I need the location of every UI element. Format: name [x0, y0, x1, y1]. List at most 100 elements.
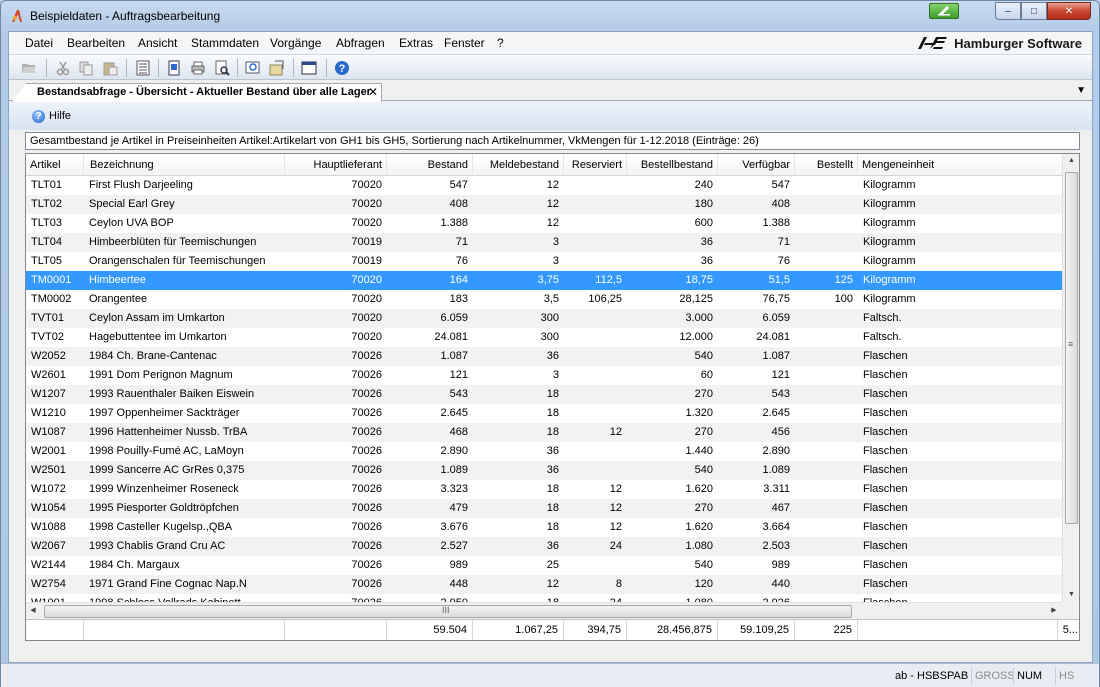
menu-abfragen[interactable]: Abfragen — [336, 36, 385, 50]
table-row[interactable]: W2601 1991 Dom Perignon Magnum 70026 121 3 60… — [26, 366, 1063, 385]
table-row[interactable]: W2067 1993 Chablis Grand Cru AC 70026 2.527… — [26, 537, 1063, 556]
table-row[interactable]: TLT04 Himbeerblüten für Teemischungen 7001… — [26, 233, 1063, 252]
cell-bestellbestand: 540 — [694, 464, 713, 476]
help-icon[interactable]: ? — [334, 60, 350, 76]
tab-dropdown-icon[interactable]: ▼ — [1076, 85, 1086, 96]
cell-bestellbestand: 1.080 — [627, 594, 718, 602]
total-reserviert: 394,75 — [564, 620, 627, 640]
cell-bestellbestand: 270 — [694, 388, 713, 400]
title-bar[interactable]: Beispieldaten - Auftragsbearbeitung – □ … — [1, 1, 1099, 31]
cell-reserviert — [564, 556, 627, 575]
table-row[interactable]: TVT01 Ceylon Assam im Umkarton 70020 6.059 3… — [26, 309, 1063, 328]
table-row[interactable]: W2001 1998 Pouilly-Fumé AC, LaMoyn 70026 2.… — [26, 442, 1063, 461]
menu-datei[interactable]: Datei — [25, 36, 53, 50]
print-icon[interactable] — [190, 60, 206, 76]
scroll-left-icon[interactable]: ◀ — [27, 606, 39, 614]
cell-bestellt — [795, 328, 858, 347]
cell-hauptlieferant: 70026 — [351, 464, 382, 476]
table-row[interactable]: W1072 1999 Winzenheimer Roseneck 70026 3.32… — [26, 480, 1063, 499]
cell-bestellbestand: 1.440 — [685, 445, 713, 457]
cell-reserviert: 106,25 — [588, 293, 622, 305]
list-view-icon[interactable] — [135, 60, 151, 76]
table-row[interactable]: TM0001 Himbeertee 70020 164 3,75 112,5 18,75 51… — [26, 271, 1063, 290]
menu-help[interactable]: ? — [497, 36, 504, 50]
tab-bestandsabfrage[interactable]: Bestandsabfrage - Übersicht - Aktueller … — [12, 83, 382, 102]
table-row[interactable]: W1054 1995 Piesporter Goldtröpfchen 70026 4… — [26, 499, 1063, 518]
cell-verfuegbar: 989 — [771, 559, 790, 571]
properties-icon[interactable] — [269, 60, 285, 76]
col-bestellbestand[interactable]: Bestellbestand — [627, 154, 718, 176]
menu-vorgaenge[interactable]: Vorgänge — [270, 36, 321, 50]
paste-icon[interactable] — [102, 60, 118, 76]
menu-bar: Datei Bearbeiten Ansicht Stammdaten Vorg… — [9, 32, 1092, 54]
table-row[interactable]: W1088 1998 Casteller Kugelsp.,QBA 70026 3.6… — [26, 518, 1063, 537]
table-row[interactable]: W2144 1984 Ch. Margaux 70026 989 25 540 989 Fla… — [26, 556, 1063, 575]
col-bestellt[interactable]: Bestellt — [795, 154, 858, 176]
window-icon[interactable] — [301, 60, 317, 76]
col-artikel[interactable]: Artikel — [26, 154, 84, 176]
document-icon[interactable] — [166, 60, 182, 76]
cut-icon[interactable] — [55, 60, 71, 76]
maximize-button[interactable]: □ — [1021, 2, 1047, 20]
print-preview-icon[interactable] — [214, 60, 230, 76]
cell-bestand: 164 — [449, 274, 468, 286]
cell-mengeneinheit: Flaschen — [863, 426, 908, 438]
cell-reserviert — [564, 195, 627, 214]
scroll-up-icon[interactable]: ▲ — [1063, 157, 1079, 164]
search-icon[interactable] — [245, 60, 261, 76]
tab-close-icon[interactable]: ✕ — [368, 85, 378, 99]
col-reserviert[interactable]: Reserviert — [564, 154, 627, 176]
table-row[interactable]: W1207 1993 Rauenthaler Baiken Eiswein 7002… — [26, 385, 1063, 404]
col-verfuegbar[interactable]: Verfügbar — [718, 154, 795, 176]
cell-verfuegbar: 76,75 — [762, 293, 790, 305]
horizontal-scrollbar[interactable]: ◀ III ▶ — [26, 602, 1063, 619]
scroll-down-icon[interactable]: ▼ — [1063, 591, 1079, 598]
col-meldebestand[interactable]: Meldebestand — [473, 154, 564, 176]
table-row[interactable]: W2501 1999 Sancerre AC GrRes 0,375 70026 1.… — [26, 461, 1063, 480]
filter-description: Gesamtbestand je Artikel in Preiseinheit… — [25, 132, 1080, 150]
cell-bestand: 3.323 — [440, 483, 468, 495]
total-meldebestand: 1.067,25 — [473, 620, 564, 640]
table-row[interactable]: TVT02 Hagebuttentee im Umkarton 70020 24.08… — [26, 328, 1063, 347]
table-row[interactable]: TLT02 Special Earl Grey 70020 408 12 180 408 Ki… — [26, 195, 1063, 214]
table-row[interactable]: W1210 1997 Oppenheimer Sackträger 70026 2.6… — [26, 404, 1063, 423]
table-row[interactable]: TLT03 Ceylon UVA BOP 70020 1.388 12 600 1.388 K… — [26, 214, 1063, 233]
table-row[interactable]: W1087 1996 Hattenheimer Nussb. TrBA 70026 4… — [26, 423, 1063, 442]
col-bestand[interactable]: Bestand — [387, 154, 473, 176]
vertical-scroll-thumb[interactable]: ≡ — [1065, 172, 1078, 524]
cell-bestellbestand: 1.320 — [685, 407, 713, 419]
cell-mengeneinheit: Flaschen — [863, 350, 908, 362]
cell-reserviert — [564, 328, 627, 347]
menu-ansicht[interactable]: Ansicht — [138, 36, 177, 50]
copy-icon[interactable] — [78, 60, 94, 76]
menu-stammdaten[interactable]: Stammdaten — [191, 36, 259, 50]
cell-meldebestand: 300 — [540, 312, 559, 324]
table-row[interactable]: TLT01 First Flush Darjeeling 70020 547 12 240… — [26, 176, 1063, 195]
cell-bestellbestand: 60 — [700, 369, 713, 381]
table-row[interactable]: W2052 1984 Ch. Brane-Cantenac 70026 1.087 36… — [26, 347, 1063, 366]
table-row[interactable]: W10011998 Schloss Vollrads Kabinett70026… — [26, 594, 1063, 602]
menu-bearbeiten[interactable]: Bearbeiten — [67, 36, 125, 50]
total-mengeneinheit — [858, 620, 1058, 640]
col-mengeneinheit[interactable]: Mengeneinheit — [858, 154, 1063, 176]
minimize-button[interactable]: – — [995, 2, 1021, 20]
edit-icon — [938, 6, 950, 16]
help-circle-icon[interactable]: ? — [32, 110, 45, 123]
col-hauptlieferant[interactable]: Hauptlieferant — [285, 154, 387, 176]
green-action-button[interactable] — [929, 3, 959, 19]
cell-bestellt — [795, 499, 858, 518]
vertical-scrollbar[interactable]: ▲ ≡ ▼ — [1062, 154, 1079, 602]
horizontal-scroll-thumb[interactable]: III — [44, 605, 852, 618]
col-bezeichnung[interactable]: Bezeichnung — [84, 154, 285, 176]
menu-extras[interactable]: Extras — [399, 36, 433, 50]
scroll-right-icon[interactable]: ▶ — [1047, 606, 1061, 614]
cell-bestellbestand: 270 — [694, 426, 713, 438]
table-row[interactable]: TLT05 Orangenschalen für Teemischungen 700… — [26, 252, 1063, 271]
help-link[interactable]: Hilfe — [49, 110, 71, 122]
cell-bestellt — [795, 423, 858, 442]
table-row[interactable]: W2754 1971 Grand Fine Cognac Nap.N 70026 44… — [26, 575, 1063, 594]
table-row[interactable]: TM0002 Orangentee 70020 183 3,5 106,25 28,125 7… — [26, 290, 1063, 309]
folder-open-icon[interactable] — [21, 60, 37, 76]
menu-fenster[interactable]: Fenster — [444, 36, 485, 50]
close-button[interactable]: ✕ — [1047, 2, 1091, 20]
